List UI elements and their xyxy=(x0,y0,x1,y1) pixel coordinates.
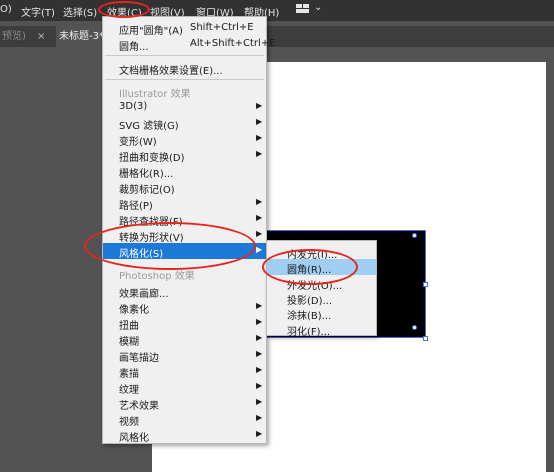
selection-handle[interactable] xyxy=(412,325,417,330)
menu-item-texture[interactable]: 纹理 ▶ xyxy=(103,379,266,396)
menu-item-path[interactable]: 路径(P) ▶ xyxy=(103,195,266,212)
layout-grid-icon[interactable] xyxy=(296,4,310,17)
menu-divider xyxy=(105,55,264,56)
menu-item-pathfinder[interactable]: 路径查找器(F) ▶ xyxy=(103,211,266,228)
submenu-arrow-icon: ▶ xyxy=(256,213,263,222)
submenu-arrow-icon: ▶ xyxy=(256,133,263,142)
submenu-item-outer-glow[interactable]: 外发光(O)... xyxy=(267,275,376,292)
effect-menu: 应用"圆角"(A) Shift+Ctrl+E 圆角... Alt+Shift+C… xyxy=(102,16,276,444)
menu-item-apply-round-corners[interactable]: 应用"圆角"(A) Shift+Ctrl+E xyxy=(103,20,266,37)
submenu-arrow-icon: ▶ xyxy=(256,317,263,326)
menu-item-warp[interactable]: 变形(W) ▶ xyxy=(103,131,266,148)
menu-object[interactable]: O) xyxy=(0,4,12,15)
menu-divider xyxy=(105,79,264,80)
menu-item-crop-marks[interactable]: 裁剪标记(O) xyxy=(103,179,266,196)
tab-preview[interactable]: 预览) × xyxy=(0,26,55,47)
menu-item-ps-stylize[interactable]: 风格化 ▶ xyxy=(103,427,266,444)
submenu-item-scribble[interactable]: 涂抹(B)... xyxy=(267,305,376,322)
menu-item-rasterize[interactable]: 栅格化(R)... xyxy=(103,163,266,180)
selection-handle[interactable] xyxy=(412,233,417,238)
stylize-submenu: 内发光(I)... 圆角(R)... 外发光(O)... 投影(D)... 涂抹… xyxy=(266,240,377,338)
submenu-arrow-icon: ▶ xyxy=(256,117,263,126)
tab-label: 预览) xyxy=(2,31,26,42)
menu-item-video[interactable]: 视频 ▶ xyxy=(103,411,266,428)
menu-item-blur[interactable]: 模糊 ▶ xyxy=(103,331,266,348)
menu-item-brush-strokes[interactable]: 画笔描边 ▶ xyxy=(103,347,266,364)
chevron-down-icon[interactable]: ⌄ xyxy=(314,2,322,13)
selection-handle[interactable] xyxy=(423,336,428,341)
photoshop-effects-header: Photoshop 效果 xyxy=(119,271,195,282)
menu-type[interactable]: 文字(T) xyxy=(21,4,55,19)
document-tab-bar: 预览) × 未标题-3* xyxy=(0,26,554,47)
submenu-arrow-icon: ▶ xyxy=(256,101,263,110)
submenu-item-round-corners[interactable]: 圆角(R)... xyxy=(267,259,376,276)
menu-item-distort-transform[interactable]: 扭曲和变换(D) ▶ xyxy=(103,147,266,164)
menu-item-3d[interactable]: 3D(3) ▶ xyxy=(103,99,266,115)
menu-item-raster-settings[interactable]: 文档栅格效果设置(E)... xyxy=(103,60,266,77)
menu-select[interactable]: 选择(S) xyxy=(63,4,97,19)
menu-bar: O) 文字(T) 选择(S) 效果(C) 视图(V) 窗口(W) 帮助(H) ⌄ xyxy=(0,0,554,21)
menu-item-effect-gallery[interactable]: 效果画廊... xyxy=(103,283,266,300)
submenu-arrow-icon: ▶ xyxy=(256,149,263,158)
submenu-item-drop-shadow[interactable]: 投影(D)... xyxy=(267,290,376,307)
tab-label: 未标题-3* xyxy=(59,31,104,42)
submenu-arrow-icon: ▶ xyxy=(256,397,263,406)
submenu-arrow-icon: ▶ xyxy=(256,365,263,374)
submenu-item-inner-glow[interactable]: 内发光(I)... xyxy=(267,244,376,261)
selection-handle[interactable] xyxy=(423,282,428,287)
submenu-arrow-icon: ▶ xyxy=(256,197,263,206)
submenu-arrow-icon: ▶ xyxy=(256,429,263,438)
menu-item-ps-distort[interactable]: 扭曲 ▶ xyxy=(103,315,266,332)
menu-item-pixelate[interactable]: 像素化 ▶ xyxy=(103,299,266,316)
illustrator-effects-header: Illustrator 效果 xyxy=(119,89,191,100)
submenu-arrow-icon: ▶ xyxy=(256,413,263,422)
menu-item-artistic[interactable]: 艺术效果 ▶ xyxy=(103,395,266,412)
submenu-arrow-icon: ▶ xyxy=(256,381,263,390)
submenu-arrow-icon: ▶ xyxy=(256,229,263,238)
submenu-arrow-icon: ▶ xyxy=(256,245,263,254)
submenu-arrow-icon: ▶ xyxy=(256,349,263,358)
menu-item-svg-filters[interactable]: SVG 滤镜(G) ▶ xyxy=(103,115,266,132)
menu-item-sketch[interactable]: 素描 ▶ xyxy=(103,363,266,380)
submenu-arrow-icon: ▶ xyxy=(256,301,263,310)
menu-item-stylize[interactable]: 风格化(S) ▶ xyxy=(103,243,266,260)
submenu-arrow-icon: ▶ xyxy=(256,333,263,342)
menu-item-round-corners[interactable]: 圆角... Alt+Shift+Ctrl+E xyxy=(103,36,276,53)
close-icon[interactable]: × xyxy=(37,26,45,47)
submenu-item-feather[interactable]: 羽化(F)... xyxy=(267,321,376,338)
tab-untitled-3[interactable]: 未标题-3* xyxy=(56,26,106,47)
menu-item-convert-to-shape[interactable]: 转换为形状(V) ▶ xyxy=(103,227,266,244)
